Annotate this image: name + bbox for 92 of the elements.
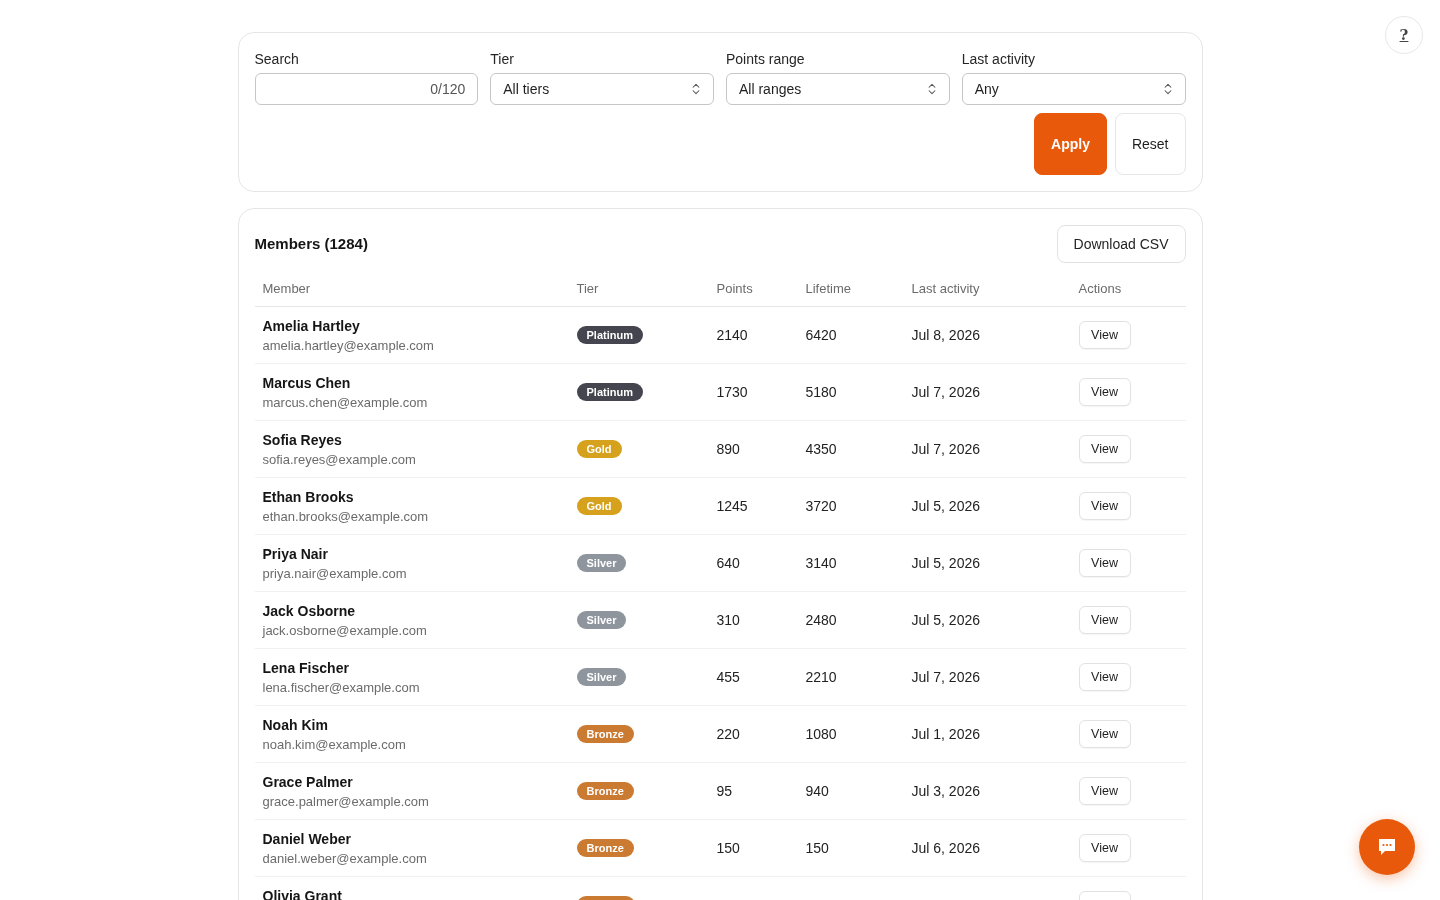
- last-activity-date: Jul 7, 2026: [911, 383, 980, 402]
- tier-badge: Bronze: [576, 782, 634, 800]
- member-email: daniel.weber@example.com: [262, 850, 427, 868]
- member-email: lena.fischer@example.com: [262, 679, 420, 697]
- view-button[interactable]: View: [1078, 435, 1131, 463]
- lifetime-value: 5180: [805, 383, 837, 402]
- member-name: Lena Fischer: [262, 659, 349, 678]
- last-activity-date: Jul 8, 2026: [911, 326, 980, 345]
- view-button[interactable]: View: [1078, 663, 1131, 691]
- tier-badge: Gold: [576, 440, 622, 458]
- last-activity-date: Jul 5, 2026: [911, 497, 980, 516]
- last-activity-date: Jul 1, 2026: [911, 725, 980, 744]
- points-value: 2140: [716, 326, 748, 345]
- last-activity-date: Jul 6, 2026: [911, 839, 980, 858]
- field-label: Tier: [490, 50, 514, 69]
- column-header: Lifetime: [805, 279, 852, 298]
- member-name: Daniel Weber: [262, 830, 351, 849]
- last-activity-date: Jul 7, 2026: [911, 440, 980, 459]
- points-value: 640: [716, 554, 740, 573]
- tier-badge: Bronze: [576, 839, 634, 857]
- character-counter: 0/120: [430, 80, 466, 99]
- view-button[interactable]: View: [1078, 834, 1131, 862]
- lifetime-value: 150: [805, 839, 829, 858]
- apply-button[interactable]: Apply: [1034, 113, 1107, 175]
- view-button[interactable]: View: [1078, 492, 1131, 520]
- chat-bubble-icon: [1377, 837, 1397, 857]
- points-value: 220: [716, 725, 740, 744]
- tier-badge: Silver: [576, 668, 627, 686]
- tier-badge: Platinum: [576, 326, 643, 344]
- search-field[interactable]: 0/120: [254, 73, 479, 105]
- column-header: Member: [262, 279, 311, 298]
- lifetime-value: 3140: [805, 554, 837, 573]
- view-button[interactable]: View: [1078, 321, 1131, 349]
- member-name: Sofia Reyes: [262, 431, 342, 450]
- column-header: Points: [716, 279, 753, 298]
- members-title: Members (1284): [254, 233, 368, 254]
- member-name: Noah Kim: [262, 716, 328, 735]
- lifetime-value: 2480: [805, 611, 837, 630]
- points-value: 890: [716, 440, 740, 459]
- member-name: Ethan Brooks: [262, 488, 354, 507]
- view-button[interactable]: View: [1078, 720, 1131, 748]
- last-activity-date: Jul 5, 2026: [911, 611, 980, 630]
- points-value: 1730: [716, 383, 748, 402]
- select-field[interactable]: All ranges: [726, 73, 950, 105]
- view-button[interactable]: View: [1078, 606, 1131, 634]
- tier-badge: Gold: [576, 497, 622, 515]
- points-value: 310: [716, 611, 740, 630]
- lifetime-value: 1080: [805, 725, 837, 744]
- lifetime-value: 940: [805, 782, 829, 801]
- member-email: marcus.chen@example.com: [262, 394, 428, 412]
- select-field[interactable]: Any: [961, 73, 1186, 105]
- member-email: sofia.reyes@example.com: [262, 451, 416, 469]
- member-name: Amelia Hartley: [262, 317, 360, 336]
- view-button[interactable]: View: [1078, 549, 1131, 577]
- member-email: grace.palmer@example.com: [262, 793, 429, 811]
- lifetime-value: 2210: [805, 668, 837, 687]
- member-email: ethan.brooks@example.com: [262, 508, 429, 526]
- tier-badge: Silver: [576, 611, 627, 629]
- last-activity-date: Jul 3, 2026: [911, 782, 980, 801]
- download-csv-button[interactable]: Download CSV: [1056, 225, 1186, 263]
- field-label: Last activity: [961, 50, 1035, 69]
- chat-button[interactable]: [1359, 819, 1415, 875]
- reset-button[interactable]: Reset: [1114, 113, 1186, 175]
- lifetime-value: 4350: [805, 440, 837, 459]
- column-header: Actions: [1078, 279, 1122, 298]
- points-value: 95: [716, 782, 733, 801]
- help-button[interactable]: ?: [1385, 16, 1423, 54]
- tier-badge: Platinum: [576, 383, 643, 401]
- points-value: 150: [716, 839, 740, 858]
- tier-badge: Bronze: [576, 725, 634, 743]
- field-label: Search: [254, 50, 299, 69]
- lifetime-value: 3720: [805, 497, 837, 516]
- member-email: amelia.hartley@example.com: [262, 337, 434, 355]
- view-button[interactable]: View: [1078, 777, 1131, 805]
- last-activity-date: Jul 5, 2026: [911, 554, 980, 573]
- points-value: 455: [716, 668, 740, 687]
- select-field[interactable]: All tiers: [490, 73, 714, 105]
- member-name: Jack Osborne: [262, 602, 356, 621]
- view-button[interactable]: View: [1078, 378, 1131, 406]
- member-name: Marcus Chen: [262, 374, 351, 393]
- member-email: jack.osborne@example.com: [262, 622, 427, 640]
- tier-badge: Silver: [576, 554, 627, 572]
- lifetime-value: 6420: [805, 326, 837, 345]
- last-activity-date: Jul 7, 2026: [911, 668, 980, 687]
- field-label: Points range: [726, 50, 805, 69]
- member-email: priya.nair@example.com: [262, 565, 407, 583]
- column-header: Tier: [576, 279, 599, 298]
- points-value: 1245: [716, 497, 748, 516]
- member-name: Priya Nair: [262, 545, 328, 564]
- member-name: Grace Palmer: [262, 773, 353, 792]
- column-header: Last activity: [911, 279, 980, 298]
- member-email: noah.kim@example.com: [262, 736, 406, 754]
